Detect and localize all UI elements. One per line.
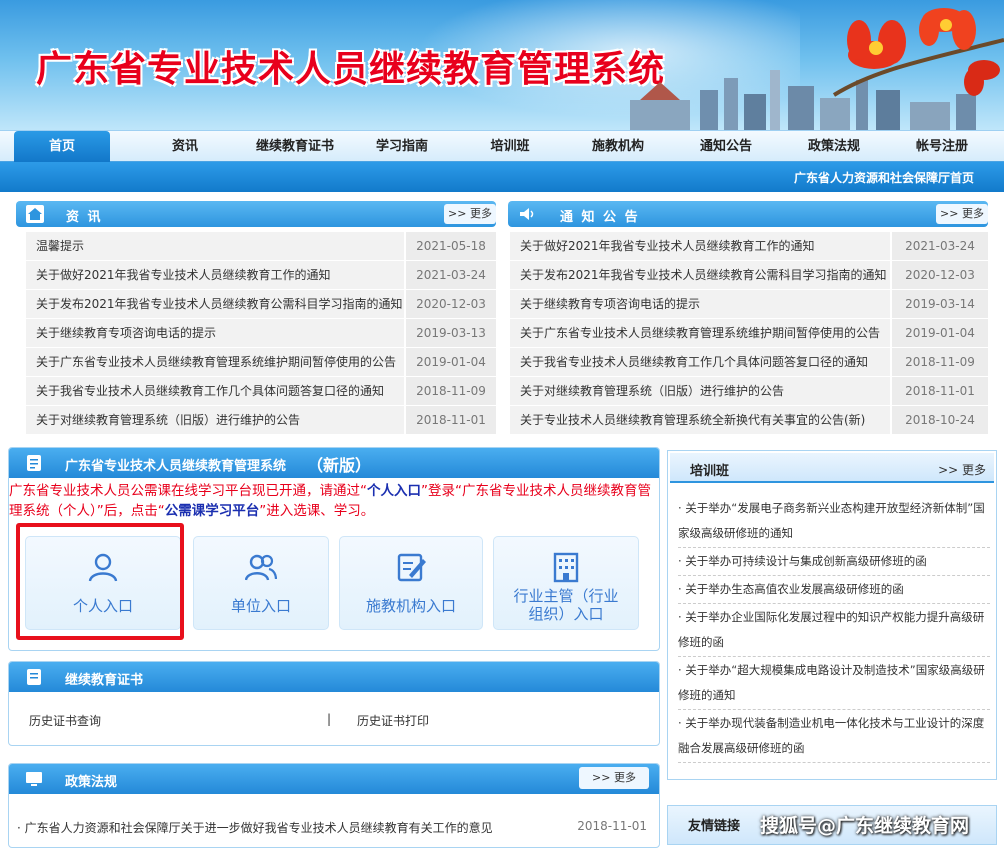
- policies-more-link[interactable]: >> 更多: [579, 767, 649, 789]
- list-item[interactable]: · 关于举办现代装备制造业机电一体化技术与工业设计的深度融合发展高级研修班的函: [678, 710, 990, 763]
- list-item[interactable]: 关于对继续教育管理系统（旧版）进行维护的公告 2018-11-01: [510, 377, 988, 406]
- list-item[interactable]: · 关于举办生态高值农业发展高级研修班的函: [678, 576, 990, 604]
- policies-title: 政策法规: [65, 775, 118, 790]
- list-item[interactable]: 关于继续教育专项咨询电话的提示 2019-03-13: [26, 319, 496, 348]
- notices-list: 关于做好2021年我省专业技术人员继续教育工作的通知 2021-03-24 关于发…: [510, 232, 988, 435]
- nav-study-guide[interactable]: 学习指南: [360, 131, 444, 162]
- new-system-header: 广东省专业技术人员继续教育管理系统 （新版）: [9, 448, 659, 478]
- hrss-home-link[interactable]: 广东省人力资源和社会保障厅首页: [794, 169, 974, 186]
- list-item[interactable]: 关于发布2021年我省专业技术人员继续教育公需科目学习指南的通知 2020-12-…: [510, 261, 988, 290]
- list-item[interactable]: 关于我省专业技术人员继续教育工作几个具体问题答复口径的通知 2018-11-09: [510, 348, 988, 377]
- list-item[interactable]: 关于发布2021年我省专业技术人员继续教育公需科目学习指南的通知 2020-12-…: [26, 290, 496, 319]
- kapok-flower-illustration: [832, 8, 1004, 97]
- news-title: 资 讯: [66, 210, 103, 225]
- cert-history-print-link[interactable]: 历史证书打印: [357, 712, 429, 729]
- list-item[interactable]: 关于我省专业技术人员继续教育工作几个具体问题答复口径的通知 2018-11-09: [26, 377, 496, 406]
- document-icon: [27, 455, 41, 471]
- nav-policies[interactable]: 政策法规: [794, 131, 874, 162]
- list-item[interactable]: 关于广东省专业技术人员继续教育管理系统维护期间暂停使用的公告 2019-01-04: [510, 319, 988, 348]
- nav-announcements[interactable]: 通知公告: [686, 131, 766, 162]
- policies-header: 政策法规 >> 更多: [9, 764, 659, 794]
- training-list: · 关于举办“发展电子商务新兴业态构建开放型经济新体制”国家级高级研修班的通知 …: [678, 495, 990, 763]
- unit-entry-label: 单位入口: [230, 597, 291, 615]
- list-item[interactable]: 关于做好2021年我省专业技术人员继续教育工作的通知 2021-03-24: [510, 232, 988, 261]
- certificate-icon: [27, 669, 41, 685]
- nav-institutions[interactable]: 施教机构: [578, 131, 658, 162]
- new-version-badge: （新版）: [307, 456, 372, 475]
- list-item[interactable]: 关于专业技术人员继续教育管理系统全新换代有关事宜的公告(新) 2018-10-24: [510, 406, 988, 435]
- nav-home[interactable]: 首页: [14, 131, 110, 162]
- sub-bar: 广东省人力资源和社会保障厅首页: [0, 162, 1004, 192]
- personal-entry-ref: 个人入口: [367, 483, 421, 499]
- home-icon: [26, 205, 44, 223]
- training-panel: 培训班 >> 更多 · 关于举办“发展电子商务新兴业态构建开放型经济新体制”国家…: [667, 450, 997, 780]
- public-course-ref: 公需课学习平台: [164, 503, 260, 519]
- certificates-title: 继续教育证书: [65, 673, 144, 688]
- list-item[interactable]: · 广东省人力资源和社会保障厅关于进一步做好我省专业技术人员继续教育有关工作的意…: [17, 819, 657, 839]
- notices-title: 通 知 公 告: [560, 210, 640, 225]
- list-item[interactable]: 关于继续教育专项咨询电话的提示 2019-03-14: [510, 290, 988, 319]
- list-item[interactable]: · 关于举办可持续设计与集成创新高级研修班的函: [678, 548, 990, 576]
- notices-header: 通 知 公 告 >> 更多: [508, 201, 988, 227]
- authority-entry-label: 行业主管（行业组织）入口: [513, 587, 619, 623]
- speaker-icon: [520, 208, 534, 220]
- nav-register[interactable]: 帐号注册: [902, 131, 982, 162]
- site-title: 广东省专业技术人员继续教育管理系统: [36, 48, 666, 90]
- news-more-link[interactable]: >> 更多: [444, 204, 496, 224]
- nav-certificates[interactable]: 继续教育证书: [240, 131, 350, 162]
- list-item[interactable]: 关于做好2021年我省专业技术人员继续教育工作的通知 2021-03-24: [26, 261, 496, 290]
- training-more-link[interactable]: >> 更多: [938, 461, 986, 478]
- policies-panel: 政策法规 >> 更多 · 广东省人力资源和社会保障厅关于进一步做好我省专业技术人…: [8, 763, 660, 848]
- friend-links-title: 友情链接: [688, 819, 741, 834]
- list-item[interactable]: · 关于举办“发展电子商务新兴业态构建开放型经济新体制”国家级高级研修班的通知: [678, 495, 990, 548]
- cert-links-divider: |: [327, 712, 332, 726]
- platform-notice: 广东省专业技术人员公需课在线学习平台现已开通，请通过“个人入口”登录“广东省专业…: [9, 483, 651, 519]
- training-header: 培训班 >> 更多: [670, 453, 994, 483]
- authority-entry-button[interactable]: 行业主管（行业组织）入口: [493, 536, 639, 630]
- main-nav: 首页 资讯 继续教育证书 学习指南 培训班 施教机构 通知公告 政策法规 帐号注…: [0, 130, 1004, 162]
- monitor-icon: [26, 772, 42, 786]
- news-list: 温馨提示 2021-05-18 关于做好2021年我省专业技术人员继续教育工作的通…: [26, 232, 496, 435]
- list-item[interactable]: · 关于举办“超大规模集成电路设计及制造技术”国家级高级研修班的通知: [678, 657, 990, 710]
- nav-news[interactable]: 资讯: [140, 131, 230, 162]
- news-header: 资 讯 >> 更多: [16, 201, 496, 227]
- list-item[interactable]: 温馨提示 2021-05-18: [26, 232, 496, 261]
- cert-history-query-link[interactable]: 历史证书查询: [29, 712, 101, 729]
- header-banner: 广东省专业技术人员继续教育管理系统: [0, 0, 1004, 130]
- sohu-watermark: 搜狐号@广东继续教育网: [760, 815, 970, 837]
- group-icon: [245, 554, 277, 581]
- new-system-title: 广东省专业技术人员继续教育管理系统: [65, 459, 287, 474]
- nav-training[interactable]: 培训班: [470, 131, 550, 162]
- training-title: 培训班: [690, 464, 730, 479]
- unit-entry-button[interactable]: 单位入口: [193, 536, 329, 630]
- institution-entry-label: 施教机构入口: [365, 597, 456, 615]
- highlight-annotation-box: [16, 523, 184, 640]
- notices-more-link[interactable]: >> 更多: [936, 204, 988, 224]
- certificates-panel: 继续教育证书 历史证书查询 | 历史证书打印: [8, 661, 660, 746]
- building-icon: [553, 552, 579, 583]
- edit-document-icon: [397, 553, 426, 582]
- institution-entry-button[interactable]: 施教机构入口: [339, 536, 483, 630]
- list-item[interactable]: 关于对继续教育管理系统（旧版）进行维护的公告 2018-11-01: [26, 406, 496, 435]
- certificates-header: 继续教育证书: [9, 662, 659, 692]
- list-item[interactable]: 关于广东省专业技术人员继续教育管理系统维护期间暂停使用的公告 2019-01-04: [26, 348, 496, 377]
- list-item[interactable]: · 关于举办企业国际化发展过程中的知识产权能力提升高级研修班的函: [678, 604, 990, 657]
